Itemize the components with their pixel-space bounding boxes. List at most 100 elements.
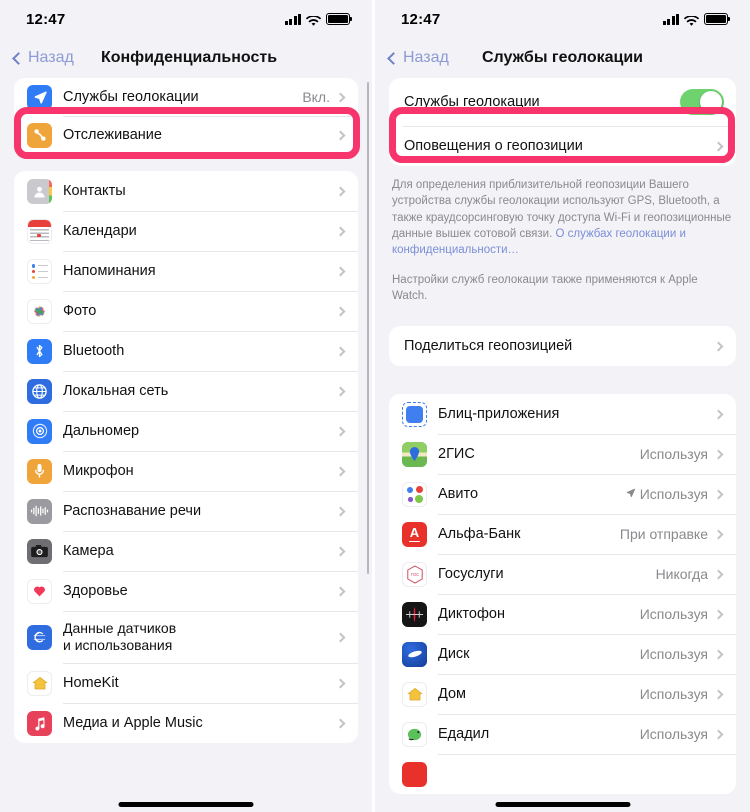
chevron-right-icon: [713, 409, 724, 420]
chevron-right-icon: [335, 266, 346, 276]
list-item-yandex-disk[interactable]: Диск Используя: [389, 634, 736, 674]
sidebar-item-microphone[interactable]: Микрофон: [14, 451, 358, 491]
row-label: Блиц-приложения: [438, 406, 560, 423]
chevron-right-icon: [335, 346, 346, 356]
sidebar-item-speech-recognition[interactable]: Распознавание речи: [14, 491, 358, 531]
sidebar-item-location-services[interactable]: Службы геолокации Вкл.: [14, 78, 358, 116]
sidebar-item-calendars[interactable]: Календари: [14, 211, 358, 251]
microphone-icon: [27, 458, 52, 484]
battery-full-icon: [704, 13, 730, 25]
back-button[interactable]: Назад: [387, 49, 449, 67]
privacy-screen: 12:47 Назад Конфиденциальность Службы ге…: [0, 0, 375, 812]
list-item-2gis[interactable]: 2ГИС Используя: [389, 434, 736, 474]
row-value: Используя: [639, 686, 708, 703]
sidebar-item-local-network[interactable]: Локальная сеть: [14, 371, 358, 411]
list-item-alfa-bank[interactable]: A Альфа-Банк При отправке: [389, 514, 736, 554]
speech-recognition-icon: [27, 498, 52, 524]
row-label: Фото: [63, 302, 97, 319]
chevron-right-icon: [335, 306, 346, 316]
back-label: Назад: [28, 49, 74, 66]
row-value: Используя: [639, 486, 708, 503]
list-item-gosuslugi[interactable]: ГОС Госуслуги Никогда: [389, 554, 736, 594]
location-services-toggle[interactable]: [680, 89, 724, 115]
back-button[interactable]: Назад: [12, 49, 74, 67]
location-apps-group: Блиц-приложения 2ГИС Используя Авито Исп…: [389, 394, 736, 795]
sidebar-item-homekit[interactable]: HomeKit: [14, 663, 358, 703]
sidebar-item-health[interactable]: Здоровье: [14, 571, 358, 611]
scroll-indicator[interactable]: [366, 82, 369, 574]
sidebar-item-media-apple-music[interactable]: Медиа и Apple Music: [14, 703, 358, 743]
row-label: Напоминания: [63, 262, 156, 279]
status-clock: 12:47: [26, 10, 66, 28]
row-label: Дом: [438, 686, 467, 703]
sidebar-item-tracking[interactable]: Отслеживание: [14, 116, 358, 154]
health-icon: [27, 578, 52, 604]
list-item-partial[interactable]: [389, 754, 736, 794]
location-arrow-icon: [625, 487, 636, 501]
location-services-toggle-row[interactable]: Службы геолокации: [389, 78, 736, 126]
bluetooth-icon: [27, 338, 52, 364]
calendar-icon: [27, 218, 52, 244]
home-app-icon: [402, 681, 427, 707]
sidebar-item-camera[interactable]: Камера: [14, 531, 358, 571]
contacts-icon: [27, 178, 52, 204]
sidebar-item-sensor-data[interactable]: Данные датчиков и использования: [14, 611, 358, 663]
chevron-right-icon: [713, 689, 724, 700]
chevron-left-icon: [387, 51, 400, 65]
sidebar-item-measure[interactable]: Дальномер: [14, 411, 358, 451]
wifi-icon: [305, 14, 322, 26]
chevron-right-icon: [713, 141, 724, 151]
edadil-icon: [402, 721, 427, 747]
chevron-right-icon: [713, 449, 724, 460]
list-item-voice-memos[interactable]: Диктофон Используя: [389, 594, 736, 634]
row-label: Медиа и Apple Music: [63, 714, 203, 731]
chevron-right-icon: [335, 586, 346, 596]
share-location-row[interactable]: Поделиться геопозицией: [389, 326, 736, 366]
sidebar-item-reminders[interactable]: Напоминания: [14, 251, 358, 291]
photos-icon: [27, 298, 52, 324]
dual-screenshot: 12:47 Назад Конфиденциальность Службы ге…: [0, 0, 750, 812]
list-item-edadil[interactable]: Едадил Используя: [389, 714, 736, 754]
sidebar-item-photos[interactable]: Фото: [14, 291, 358, 331]
location-description: Для определения приблизительной геопозиц…: [375, 166, 750, 304]
description-paragraph-2: Настройки служб геолокации также применя…: [392, 273, 698, 302]
row-label: Данные датчиков и использования: [63, 619, 177, 654]
chevron-right-icon: [713, 729, 724, 740]
location-alerts-row[interactable]: Оповещения о геопозиции: [389, 126, 736, 166]
yandex-disk-icon: [402, 641, 427, 667]
location-toggle-group: Службы геолокации Оповещения о геопозици…: [389, 78, 736, 166]
camera-icon: [27, 538, 52, 564]
apple-music-icon: [27, 710, 52, 736]
list-item-avito[interactable]: Авито Используя: [389, 474, 736, 514]
gosuslugi-icon: ГОС: [402, 561, 427, 587]
row-value: При отправке: [619, 526, 708, 543]
reminders-icon: [27, 258, 52, 284]
privacy-scroll-area[interactable]: Службы геолокации Вкл. Отслеживание Конт…: [0, 78, 372, 812]
share-location-group: Поделиться геопозицией: [389, 326, 736, 367]
location-scroll-area[interactable]: Службы геолокации Оповещения о геопозици…: [375, 78, 750, 812]
list-item-home-app[interactable]: Дом Используя: [389, 674, 736, 714]
row-value: Используя: [639, 606, 708, 623]
row-value: Никогда: [655, 566, 708, 583]
row-value: Используя: [639, 446, 708, 463]
sidebar-item-contacts[interactable]: Контакты: [14, 171, 358, 211]
list-item-blitz-apps[interactable]: Блиц-приложения: [389, 394, 736, 434]
chevron-right-icon: [713, 569, 724, 580]
status-bar: 12:47: [0, 0, 372, 38]
chevron-right-icon: [335, 386, 346, 396]
chevron-right-icon: [335, 678, 346, 688]
row-label: Локальная сеть: [63, 382, 169, 399]
chevron-right-icon: [713, 341, 724, 352]
row-label: Календари: [63, 222, 137, 239]
status-clock: 12:47: [401, 10, 441, 28]
row-label: Микрофон: [63, 462, 134, 479]
sidebar-item-bluetooth[interactable]: Bluetooth: [14, 331, 358, 371]
chevron-right-icon: [713, 529, 724, 540]
chevron-right-icon: [335, 546, 346, 556]
row-label: Альфа-Банк: [438, 526, 521, 543]
chevron-right-icon: [335, 226, 346, 236]
row-value: Используя: [639, 646, 708, 663]
wifi-icon: [683, 14, 700, 26]
